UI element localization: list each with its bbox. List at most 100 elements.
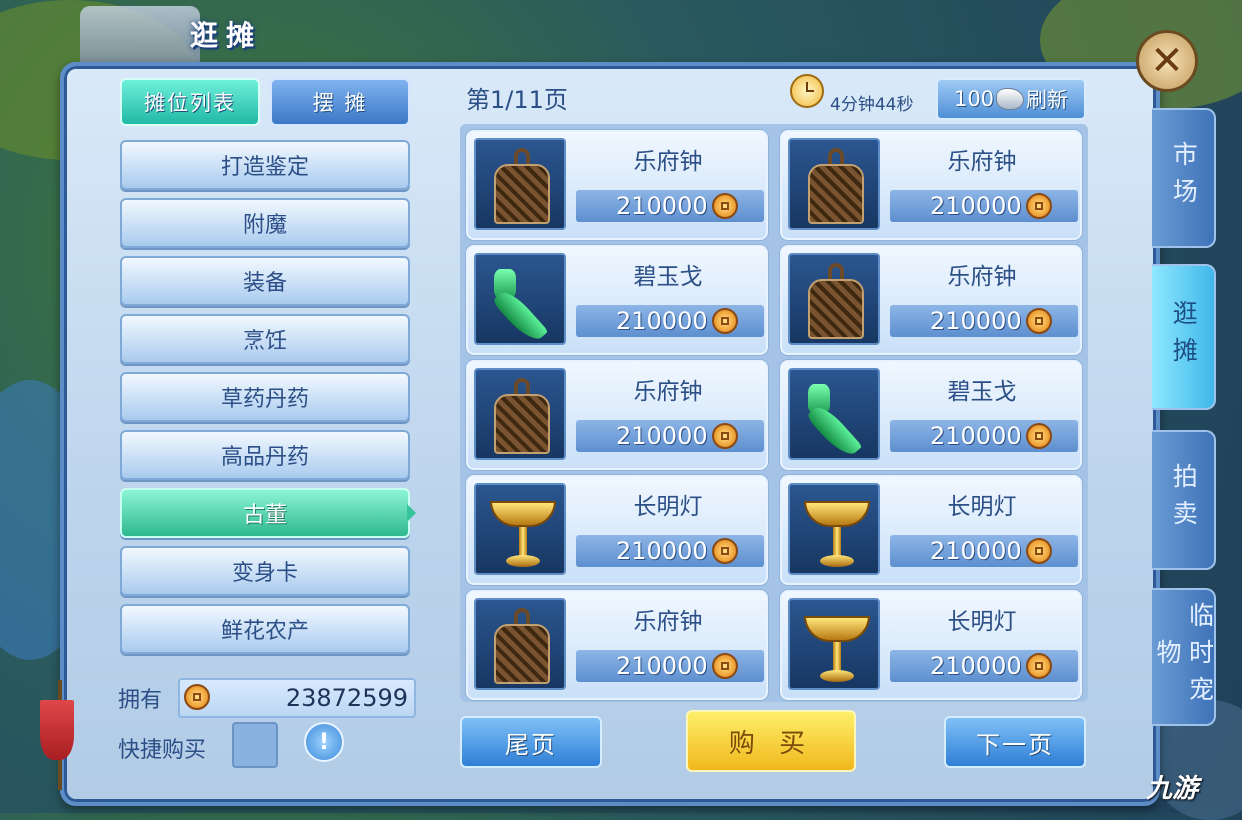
bronze-bell-icon	[494, 148, 550, 226]
item-price: 210000	[930, 192, 1022, 220]
item-card[interactable]: 乐府钟 210000	[780, 130, 1082, 240]
tab-set-stall[interactable]: 摆 摊	[270, 78, 410, 126]
item-price-bar: 210000	[576, 535, 764, 567]
quick-buy-label: 快捷购买	[118, 738, 207, 763]
category-item[interactable]: 烹饪	[120, 314, 410, 364]
item-price-bar: 210000	[890, 420, 1078, 452]
bronze-bell-icon	[494, 378, 550, 456]
copper-coin-icon	[1026, 193, 1052, 219]
item-price-bar: 210000	[576, 420, 764, 452]
golden-lamp-icon	[486, 497, 560, 573]
jade-dagger-axe-icon	[490, 265, 560, 346]
info-icon[interactable]: !	[304, 722, 344, 762]
item-thumbnail	[788, 138, 880, 230]
refresh-timer: 4分钟44秒	[830, 95, 914, 115]
item-thumbnail	[474, 368, 566, 460]
copper-coin-icon	[184, 684, 210, 710]
close-button[interactable]: ✕	[1136, 30, 1198, 92]
item-name: 乐府钟	[633, 149, 703, 175]
side-tab-market[interactable]: 市场	[1152, 108, 1216, 248]
bronze-bell-icon	[494, 608, 550, 686]
item-name: 碧玉戈	[633, 264, 703, 290]
item-card[interactable]: 乐府钟 210000	[466, 590, 768, 700]
item-name: 长明灯	[947, 609, 1017, 635]
copper-coin-icon	[1026, 538, 1052, 564]
jade-dagger-axe-icon	[804, 380, 874, 461]
item-price: 210000	[616, 537, 708, 565]
category-item[interactable]: 装备	[120, 256, 410, 306]
item-price-bar: 210000	[890, 650, 1078, 682]
category-item[interactable]: 附魔	[120, 198, 410, 248]
item-name: 乐府钟	[633, 609, 703, 635]
item-card[interactable]: 碧玉戈 210000	[466, 245, 768, 355]
item-thumbnail	[788, 368, 880, 461]
item-card[interactable]: 乐府钟 210000	[466, 360, 768, 470]
copper-coin-icon	[712, 308, 738, 334]
panel-title: 逛摊	[190, 19, 263, 52]
item-price: 210000	[930, 422, 1022, 450]
category-label: 古董	[242, 503, 287, 528]
selected-arrow-icon	[407, 504, 416, 522]
golden-lamp-icon	[800, 497, 874, 573]
bronze-bell-icon	[808, 148, 864, 226]
item-name: 长明灯	[633, 494, 703, 520]
clock-icon	[790, 74, 824, 108]
category-item-active[interactable]: 古董	[120, 488, 416, 538]
item-price-bar: 210000	[576, 305, 764, 337]
tab-stall-list[interactable]: 摊位列表	[120, 78, 260, 126]
refresh-cost: 100	[953, 87, 995, 111]
buy-button[interactable]: 购 买	[686, 710, 856, 772]
item-thumbnail	[474, 598, 566, 690]
category-item[interactable]: 草药丹药	[120, 372, 410, 422]
own-coins-value: 23872599	[285, 684, 408, 712]
item-price-bar: 210000	[890, 190, 1078, 222]
item-thumbnail	[474, 483, 566, 575]
item-name: 乐府钟	[947, 149, 1017, 175]
item-price: 210000	[930, 652, 1022, 680]
item-name: 乐府钟	[947, 264, 1017, 290]
category-item[interactable]: 打造鉴定	[120, 140, 410, 190]
item-thumbnail	[474, 138, 566, 230]
item-name: 长明灯	[947, 494, 1017, 520]
category-item[interactable]: 高品丹药	[120, 430, 410, 480]
item-price-bar: 210000	[890, 535, 1078, 567]
copper-coin-icon	[1026, 308, 1052, 334]
category-item[interactable]: 鲜花农产	[120, 604, 410, 654]
watermark: 九游	[1146, 774, 1199, 804]
item-card[interactable]: 乐府钟 210000	[466, 130, 768, 240]
category-item[interactable]: 变身卡	[120, 546, 410, 596]
item-price: 210000	[930, 307, 1022, 335]
item-thumbnail	[788, 253, 880, 345]
title-pavilion-decoration	[80, 6, 200, 70]
item-card[interactable]: 乐府钟 210000	[780, 245, 1082, 355]
page-indicator: 第1/11页	[466, 86, 568, 114]
copper-coin-icon	[712, 423, 738, 449]
quick-buy-checkbox[interactable]	[232, 722, 278, 768]
next-page-button[interactable]: 下一页	[944, 716, 1086, 768]
item-card[interactable]: 长明灯 210000	[780, 475, 1082, 585]
item-card[interactable]: 碧玉戈 210000	[780, 360, 1082, 470]
item-thumbnail	[788, 483, 880, 575]
side-tab-temp-pet[interactable]: 临时宠物	[1152, 588, 1216, 726]
copper-coin-icon	[712, 193, 738, 219]
copper-coin-icon	[712, 538, 738, 564]
item-price: 210000	[616, 652, 708, 680]
side-tab-browse-stalls[interactable]: 逛摊	[1152, 264, 1216, 410]
item-price-bar: 210000	[576, 190, 764, 222]
item-price: 210000	[930, 537, 1022, 565]
item-price: 210000	[616, 422, 708, 450]
item-price-bar: 210000	[576, 650, 764, 682]
item-card[interactable]: 长明灯 210000	[466, 475, 768, 585]
side-tab-auction[interactable]: 拍卖	[1152, 430, 1216, 570]
item-thumbnail	[788, 598, 880, 690]
own-coins-display: 23872599	[178, 678, 416, 718]
item-name: 乐府钟	[633, 379, 703, 405]
refresh-label: 刷新	[1026, 88, 1069, 112]
item-price: 210000	[616, 192, 708, 220]
last-page-button[interactable]: 尾页	[460, 716, 602, 768]
item-thumbnail	[474, 253, 566, 346]
golden-lamp-icon	[800, 612, 874, 688]
item-card[interactable]: 长明灯 210000	[780, 590, 1082, 700]
item-name: 碧玉戈	[947, 379, 1017, 405]
refresh-button[interactable]: 100 刷新	[936, 78, 1086, 120]
